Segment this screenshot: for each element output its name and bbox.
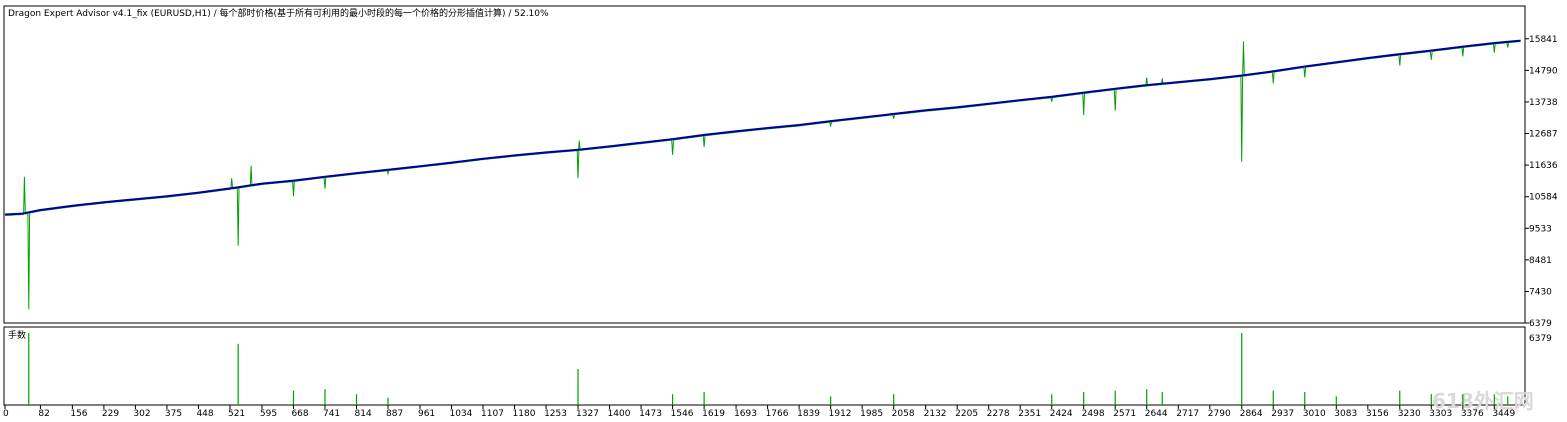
lots-panel-label: 手数 — [8, 329, 26, 341]
y-tick-label: 9533 — [1529, 224, 1552, 234]
y-tick-label: 10584 — [1529, 193, 1558, 203]
x-tick-label: 2864 — [1240, 409, 1263, 419]
x-tick-label: 3230 — [1398, 409, 1421, 419]
y-tick-label: 7430 — [1529, 287, 1552, 297]
x-tick-label: 1985 — [860, 409, 883, 419]
x-tick-label: 1839 — [797, 409, 820, 419]
x-tick-label: 2278 — [987, 409, 1010, 419]
x-tick-label: 1253 — [544, 409, 567, 419]
x-tick-label: 2351 — [1018, 409, 1041, 419]
x-tick-label: 1619 — [702, 409, 725, 419]
x-tick-label: 1473 — [639, 409, 662, 419]
y-tick-label: 13738 — [1529, 98, 1558, 108]
y-tick-label: 14790 — [1529, 66, 1558, 76]
x-tick-label: 2205 — [955, 409, 978, 419]
x-tick-label: 3303 — [1429, 409, 1452, 419]
x-tick-label: 156 — [70, 409, 87, 419]
y-tick-label: 8481 — [1529, 256, 1552, 266]
x-tick-label: 2717 — [1176, 409, 1199, 419]
x-tick-label: 375 — [165, 409, 182, 419]
x-tick-label: 1034 — [450, 409, 473, 419]
y-tick-label: 12687 — [1529, 130, 1558, 140]
x-tick-label: 1912 — [829, 409, 852, 419]
x-tick-label: 2937 — [1271, 409, 1294, 419]
x-tick-label: 1400 — [608, 409, 631, 419]
x-tick-label: 3010 — [1303, 409, 1326, 419]
x-tick-label: 668 — [291, 409, 308, 419]
x-tick-label: 3156 — [1366, 409, 1389, 419]
x-tick-label: 1107 — [481, 409, 504, 419]
x-tick-label: 814 — [355, 409, 372, 419]
strategy-tester-chart: Dragon Expert Advisor v4.1_fix (EURUSD,H… — [0, 0, 1567, 422]
x-tick-label: 3449 — [1492, 409, 1515, 419]
x-tick-label: 1327 — [576, 409, 599, 419]
chart-title: Dragon Expert Advisor v4.1_fix (EURUSD,H… — [8, 7, 549, 19]
x-tick-label: 2498 — [1082, 409, 1105, 419]
y-tick-label: 15841 — [1529, 35, 1558, 45]
x-tick-label: 3083 — [1334, 409, 1357, 419]
x-tick-label: 521 — [228, 409, 245, 419]
x-tick-label: 1693 — [734, 409, 757, 419]
x-tick-label: 2571 — [1113, 409, 1136, 419]
lots-max-label: 6379 — [1529, 334, 1552, 344]
x-tick-label: 2058 — [892, 409, 915, 419]
x-tick-label: 229 — [102, 409, 119, 419]
x-tick-label: 1546 — [671, 409, 694, 419]
x-tick-label: 448 — [196, 409, 213, 419]
y-tick-label: 11636 — [1529, 161, 1558, 171]
x-tick-label: 2790 — [1208, 409, 1231, 419]
x-tick-label: 82 — [38, 409, 49, 419]
x-tick-label: 595 — [260, 409, 277, 419]
y-tick-label: 6379 — [1529, 319, 1552, 329]
x-tick-label: 1766 — [766, 409, 789, 419]
x-tick-label: 741 — [323, 409, 340, 419]
x-tick-label: 3376 — [1461, 409, 1484, 419]
x-tick-label: 2424 — [1050, 409, 1073, 419]
x-tick-label: 302 — [133, 409, 150, 419]
x-tick-label: 887 — [386, 409, 403, 419]
x-tick-label: 2644 — [1145, 409, 1168, 419]
x-tick-label: 2132 — [924, 409, 947, 419]
x-tick-label: 961 — [418, 409, 435, 419]
x-tick-label: 1180 — [513, 409, 536, 419]
x-tick-label: 0 — [3, 409, 9, 419]
